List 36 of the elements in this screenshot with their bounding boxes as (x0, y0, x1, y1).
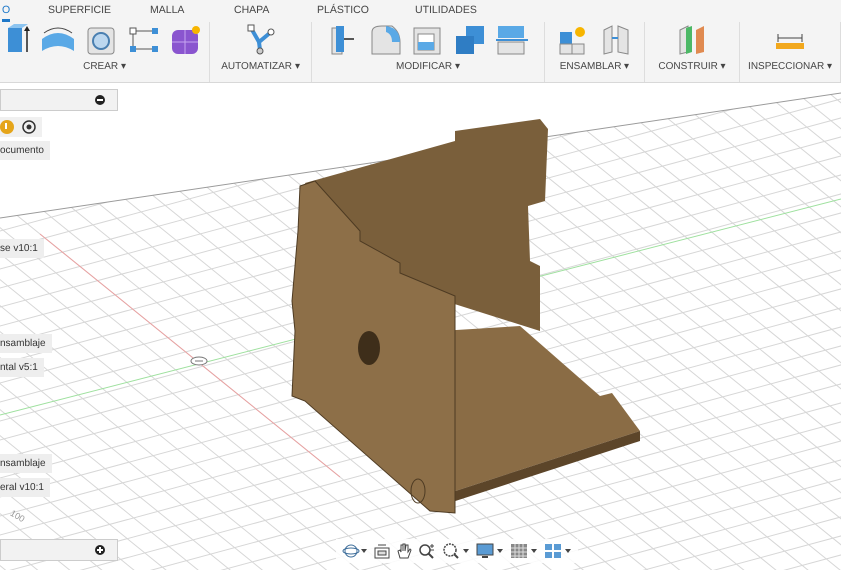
expand-icon[interactable] (95, 545, 105, 555)
pan-hand-icon[interactable] (396, 543, 412, 559)
browser-item[interactable]: ntal v5:1 (0, 358, 44, 377)
orbit-icon[interactable] (342, 543, 368, 559)
automate-icon[interactable] (244, 24, 276, 56)
browser-item[interactable]: nsamblaje (0, 334, 52, 353)
viewports-icon[interactable] (544, 543, 572, 559)
browser-item[interactable]: nsamblaje (0, 454, 52, 473)
ribbon-tab[interactable]: UTILIDADES (415, 4, 477, 19)
look-at-icon[interactable] (374, 543, 390, 559)
radio-icon[interactable] (22, 120, 36, 134)
browser-item[interactable]: ocumento (0, 141, 50, 160)
ribbon-tab[interactable]: O (2, 4, 10, 22)
toolbar-group-menu[interactable]: CONSTRUIR ▾ (658, 58, 726, 74)
display-icon[interactable] (476, 543, 504, 559)
split-body-icon[interactable] (496, 24, 528, 56)
browser-item[interactable]: se v10:1 (0, 239, 44, 258)
combine-icon[interactable] (454, 24, 486, 56)
origin-icon (190, 356, 208, 366)
form-cube-icon[interactable] (170, 24, 202, 56)
collapse-icon[interactable] (95, 95, 105, 105)
zoom-window-icon[interactable] (442, 543, 470, 559)
ribbon-tab[interactable]: CHAPA (234, 4, 270, 19)
ribbon-tab[interactable]: MALLA (150, 4, 184, 19)
ribbon-tab[interactable]: SUPERFICIE (48, 4, 112, 19)
toolbar-group-menu[interactable]: AUTOMATIZAR ▾ (221, 58, 300, 74)
toolbar-group-menu[interactable]: ENSAMBLAR ▾ (560, 58, 630, 74)
ribbon-tab[interactable]: PLÁSTICO (317, 4, 369, 19)
fillet-icon[interactable] (370, 24, 402, 56)
zoom-icon[interactable] (418, 543, 436, 559)
toolbar-group-menu[interactable]: MODIFICAR ▾ (396, 58, 460, 74)
toolbar-group-menu[interactable]: INSPECCIONAR ▾ (748, 58, 832, 74)
toolbar-group-menu[interactable]: CREAR ▾ (83, 58, 126, 74)
browser-item[interactable]: eral v10:1 (0, 478, 50, 497)
grid-icon[interactable] (510, 543, 538, 559)
grid-scale-label: 100 (8, 508, 27, 524)
